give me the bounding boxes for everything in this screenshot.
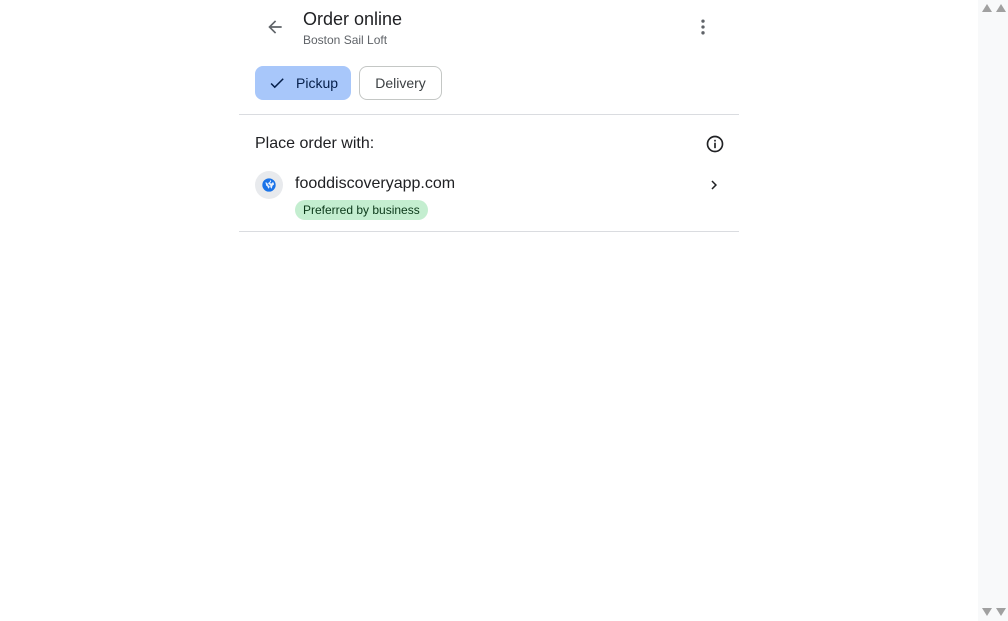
- scroll-up-arrows: [980, 3, 1008, 13]
- order-online-panel: Order online Boston Sail Loft Pickup Del…: [239, 0, 739, 232]
- provider-name: fooddiscoveryapp.com: [295, 175, 456, 192]
- chevron-right-icon: [704, 175, 724, 195]
- place-order-header: Place order with:: [239, 115, 739, 161]
- page: Order online Boston Sail Loft Pickup Del…: [0, 0, 1008, 621]
- info-button[interactable]: [703, 132, 727, 156]
- delivery-chip[interactable]: Delivery: [359, 66, 442, 100]
- divider-bottom: [239, 231, 739, 232]
- scroll-up-icon[interactable]: [981, 3, 993, 13]
- page-title: Order online: [303, 9, 403, 29]
- header: Order online Boston Sail Loft: [239, 0, 739, 58]
- scrollbar[interactable]: [978, 0, 1008, 621]
- pickup-chip[interactable]: Pickup: [255, 66, 351, 100]
- scroll-up-page-icon[interactable]: [995, 3, 1007, 13]
- restaurant-name: Boston Sail Loft: [303, 33, 388, 47]
- provider-row[interactable]: fooddiscoveryapp.com Preferred by busine…: [239, 161, 739, 231]
- globe-icon: [255, 171, 283, 199]
- delivery-label: Delivery: [375, 75, 426, 91]
- more-options-button[interactable]: [687, 11, 719, 43]
- place-order-label: Place order with:: [255, 135, 375, 152]
- back-button[interactable]: [259, 11, 291, 43]
- preferred-badge: Preferred by business: [295, 200, 428, 220]
- scroll-down-page-icon[interactable]: [995, 607, 1007, 617]
- order-type-chips: Pickup Delivery: [239, 58, 739, 114]
- pickup-label: Pickup: [296, 75, 339, 91]
- check-icon: [268, 74, 286, 92]
- arrow-back-icon: [268, 20, 282, 34]
- scroll-down-arrows: [980, 607, 1008, 617]
- scroll-down-icon[interactable]: [981, 607, 993, 617]
- info-icon: [706, 135, 724, 153]
- more-vert-icon: [701, 19, 705, 35]
